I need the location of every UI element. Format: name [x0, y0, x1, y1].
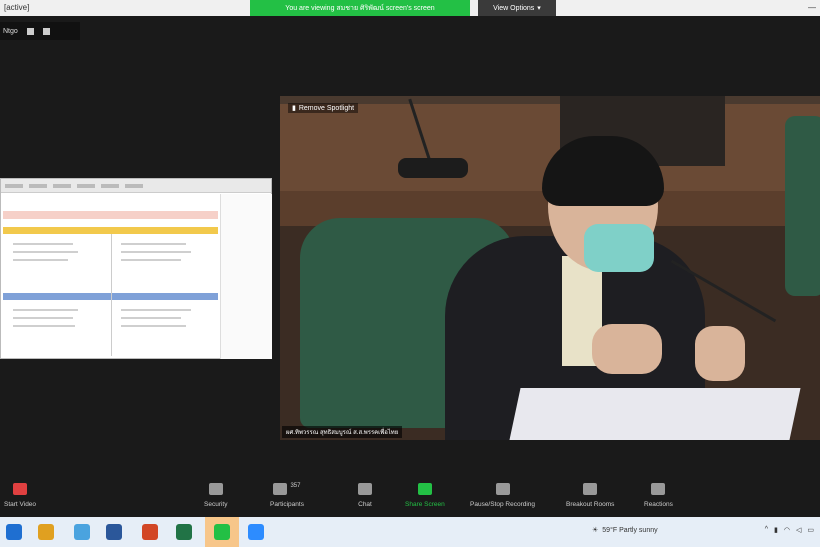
share-screen-button[interactable]: Share Screen: [405, 483, 445, 508]
volume-icon: ◁: [795, 527, 802, 534]
doc-sidebar: [220, 194, 272, 359]
reactions-icon: [651, 483, 666, 495]
weather-text: 59°F Partly sunny: [602, 526, 658, 534]
participants-icon: [273, 483, 288, 495]
doc-text-line: [121, 317, 181, 319]
doc-toolbar: [1, 179, 271, 193]
microphone-base: [398, 158, 468, 178]
toolbar-label: Reactions: [644, 501, 673, 508]
doc-text-line: [13, 317, 73, 319]
zoom-window: [active] You are viewing สมชาย ศิริพัฒน์…: [0, 0, 820, 547]
doc-text-line: [121, 309, 191, 311]
excel-icon[interactable]: [176, 524, 192, 540]
word-icon[interactable]: [106, 524, 122, 540]
wifi-icon: ◠: [783, 527, 790, 534]
toolbar-label: Pause/Stop Recording: [470, 501, 536, 508]
reactions-button[interactable]: Reactions: [644, 483, 673, 508]
toolbar-label: Start Video: [4, 501, 37, 508]
doc-text-line: [13, 309, 78, 311]
toolbar-label: Share Screen: [405, 501, 445, 508]
doc-text-line: [121, 325, 186, 327]
breakout-rooms-button[interactable]: Breakout Rooms: [566, 483, 614, 508]
shield-icon: [208, 483, 223, 495]
doc-text-line: [13, 325, 75, 327]
doc-text-line: [13, 259, 68, 261]
sun-icon: ☀: [592, 527, 599, 534]
edge-icon[interactable]: [6, 524, 22, 540]
chat-icon: [358, 483, 372, 495]
shared-document-tile[interactable]: [0, 178, 272, 359]
speaker-video-tile[interactable]: ▮ Remove Spotlight ผศ.ทิพวรรณ สุทธิสมบูร…: [280, 96, 820, 440]
explorer-icon[interactable]: [74, 524, 90, 540]
doc-text-line: [13, 251, 78, 253]
meeting-label: Ntgo: [3, 27, 18, 35]
doc-text-line: [121, 259, 181, 261]
doc-text-line: [121, 251, 191, 253]
breakout-icon: [583, 483, 598, 495]
meeting-toolbar: Start Video Security 357 Participants Ch…: [0, 475, 820, 517]
participants-button[interactable]: 357 Participants: [270, 483, 304, 508]
pin-icon: ▮: [292, 105, 296, 112]
face-mask: [584, 224, 654, 272]
weather-widget[interactable]: ☀ 59°F Partly sunny: [592, 526, 658, 535]
video-off-icon: [13, 483, 28, 495]
powerpoint-icon[interactable]: [142, 524, 158, 540]
notification-icon: ▭: [807, 527, 814, 534]
battery-icon: ▮: [774, 527, 778, 534]
share-banner: You are viewing สมชาย ศิริพัฒน์ screen's…: [250, 0, 470, 16]
doc-section-yellow: [3, 227, 218, 234]
chevron-down-icon: ▾: [537, 5, 541, 12]
line-icon[interactable]: [214, 524, 230, 540]
toolbar-label: Chat: [358, 501, 372, 508]
share-screen-icon: [417, 483, 432, 495]
participant-name-caption: ผศ.ทิพวรรณ สุทธิสมบูรณ์ ส.ส.พรรคเพื่อไทย: [282, 426, 403, 438]
view-options-button[interactable]: View Options ▾: [478, 0, 556, 16]
fullscreen-icon[interactable]: [42, 27, 50, 35]
toolbar-label: Participants: [270, 501, 304, 508]
recording-icon: [495, 483, 510, 495]
papers: [509, 388, 801, 440]
doc-header-band: [3, 211, 218, 219]
chair: [785, 116, 820, 296]
toolbar-label: Security: [204, 501, 228, 508]
minimize-button[interactable]: —: [808, 3, 816, 12]
view-options-label: View Options: [493, 4, 535, 12]
chat-button[interactable]: Chat: [358, 483, 372, 508]
doc-text-line: [121, 243, 186, 245]
recording-button[interactable]: Pause/Stop Recording: [470, 483, 535, 508]
spotlight-text: Remove Spotlight: [298, 104, 355, 112]
participant-count: 357: [290, 483, 301, 489]
system-tray[interactable]: ^ ▮ ◠ ◁ ▭: [765, 526, 814, 534]
title-bar: [active] You are viewing สมชาย ศิริพัฒน์…: [0, 0, 820, 16]
doc-text-line: [13, 243, 73, 245]
doc-column-divider: [111, 234, 112, 356]
security-button[interactable]: Security: [204, 483, 227, 508]
meeting-info-chip[interactable]: Ntgo: [0, 22, 80, 40]
chrome-icon[interactable]: [38, 524, 54, 540]
toolbar-label: Breakout Rooms: [566, 501, 615, 508]
windows-taskbar: ☀ 59°F Partly sunny ^ ▮ ◠ ◁ ▭: [0, 517, 820, 547]
zoom-icon[interactable]: [248, 524, 264, 540]
remove-spotlight-label[interactable]: ▮ Remove Spotlight: [288, 103, 359, 113]
chevron-up-icon: ^: [764, 526, 769, 533]
app-title: [active]: [4, 3, 30, 12]
start-video-button[interactable]: Start Video: [4, 483, 36, 508]
grid-view-icon[interactable]: [26, 27, 34, 35]
